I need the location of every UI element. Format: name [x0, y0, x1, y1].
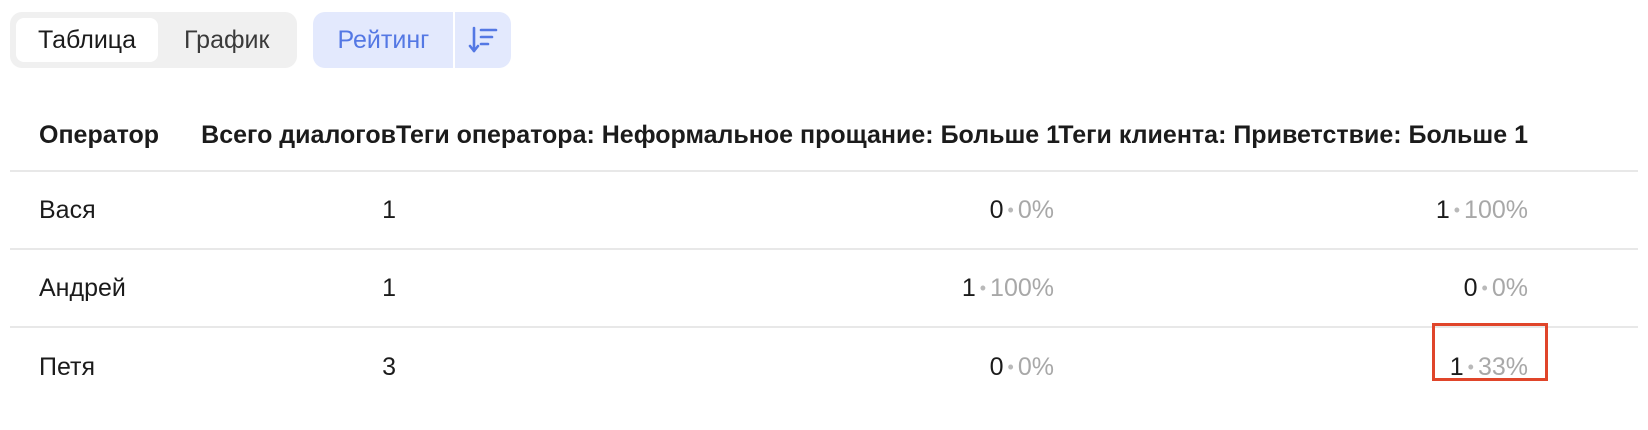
header-total-dialogs[interactable]: Всего диалогов	[188, 121, 396, 150]
percent: 0%	[1491, 273, 1528, 302]
percent: 0%	[1017, 352, 1054, 381]
operator-tags-value: 1 • 100%	[396, 274, 1054, 303]
highlight-box	[1432, 322, 1548, 381]
operator-tags-value: 0 • 0%	[396, 196, 1054, 225]
separator: •	[979, 277, 987, 298]
tab-table[interactable]: Таблица	[16, 18, 159, 62]
total-dialogs: 1	[382, 195, 396, 224]
separator: •	[1453, 199, 1461, 220]
count: 1	[961, 273, 976, 302]
separator: •	[1007, 356, 1014, 377]
percent: 0%	[1017, 195, 1054, 224]
count: 1	[1435, 195, 1450, 224]
count: 0	[989, 352, 1004, 381]
percent: 100%	[1464, 195, 1528, 224]
report-view: Таблица График Рейтинг Оператор Всего ди…	[0, 0, 1648, 430]
table-row[interactable]: Андрей 1 1 • 100% 0 • 0%	[10, 250, 1638, 328]
operator-name: Вася	[39, 195, 96, 224]
rating-button[interactable]: Рейтинг	[313, 12, 453, 68]
total-dialogs: 1	[382, 273, 396, 302]
separator: •	[1481, 277, 1488, 298]
toolbar: Таблица График Рейтинг	[10, 12, 512, 68]
table-row[interactable]: Вася 1 0 • 0% 1 • 100%	[10, 172, 1638, 250]
table-header-row: Оператор Всего диалогов Теги оператора: …	[10, 100, 1638, 172]
tab-chart[interactable]: График	[162, 18, 291, 62]
operator-name: Петя	[39, 352, 96, 381]
sort-descending-icon	[468, 26, 498, 53]
operators-table: Оператор Всего диалогов Теги оператора: …	[10, 100, 1638, 406]
total-dialogs: 3	[382, 352, 396, 381]
count: 0	[989, 195, 1004, 224]
sort-button[interactable]	[455, 12, 511, 68]
client-tags-value: 1 • 100%	[1054, 196, 1528, 225]
header-client-tags[interactable]: Теги клиента: Приветствие: Больше 1	[1054, 121, 1528, 150]
count: 0	[1463, 273, 1478, 302]
client-tags-value: 1 • 33%	[1054, 322, 1548, 382]
view-switcher: Таблица График	[10, 12, 298, 68]
separator: •	[1007, 199, 1014, 220]
table-row[interactable]: Петя 3 0 • 0% 1 • 33%	[10, 322, 1638, 406]
client-tags-value: 0 • 0%	[1054, 274, 1528, 303]
rating-sort-group: Рейтинг	[313, 12, 512, 68]
operator-name: Андрей	[39, 273, 126, 302]
header-operator[interactable]: Оператор	[10, 121, 188, 150]
percent: 100%	[990, 273, 1054, 302]
header-operator-tags[interactable]: Теги оператора: Неформальное прощание: Б…	[396, 121, 1060, 150]
operator-tags-value: 0 • 0%	[396, 353, 1054, 382]
